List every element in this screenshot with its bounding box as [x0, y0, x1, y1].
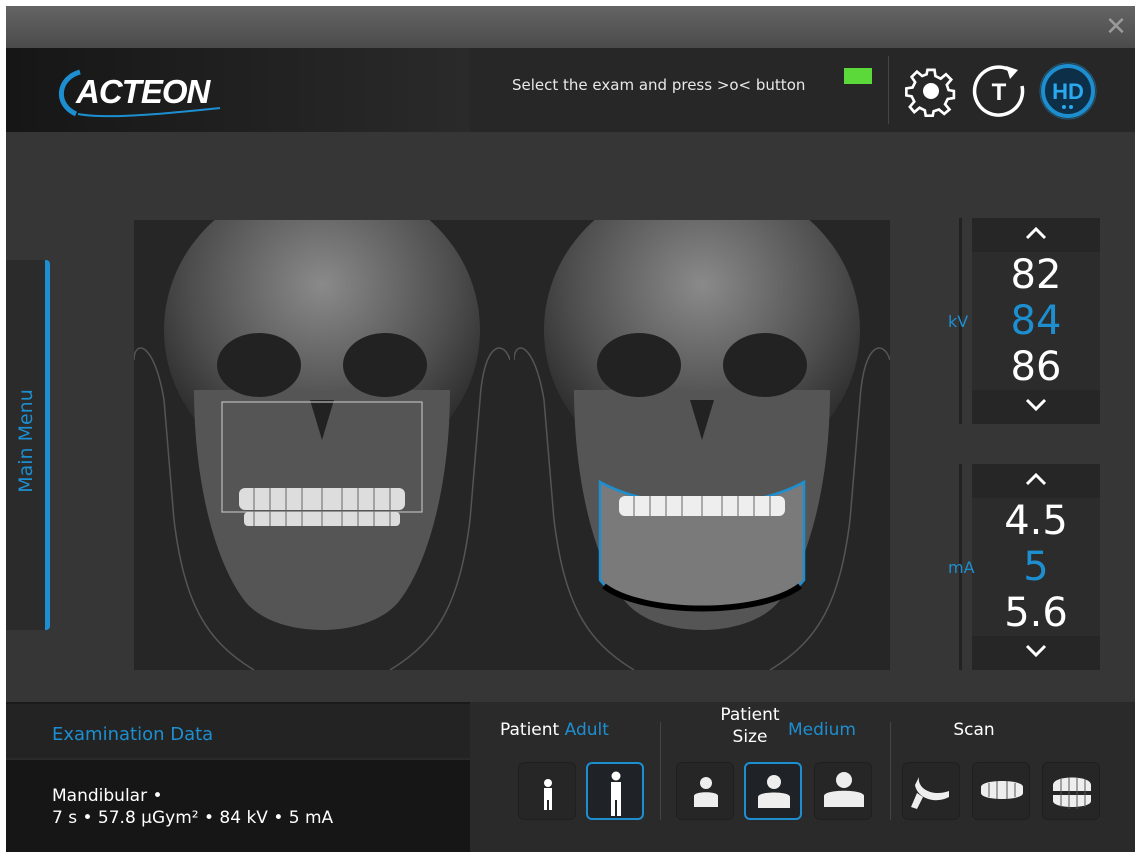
- ma-value-selected[interactable]: 5: [972, 544, 1100, 590]
- scan-bite-block-button[interactable]: [902, 762, 960, 820]
- kv-value-next[interactable]: 86: [972, 344, 1100, 390]
- svg-text:T: T: [992, 79, 1007, 106]
- bite-block-icon: [911, 777, 949, 809]
- patient-size-label: Patient Size: [710, 704, 790, 748]
- svg-text:HD: HD: [1052, 79, 1084, 104]
- adult-icon: [611, 771, 621, 816]
- scan-jaw-model-button[interactable]: [1042, 762, 1100, 820]
- ma-down-button[interactable]: [972, 636, 1100, 670]
- kv-up-button[interactable]: [972, 218, 1100, 252]
- scan-label: Scan: [953, 720, 995, 740]
- ma-values: 4.5 5 5.6 mA: [948, 498, 1100, 636]
- exam-data-body: Mandibular • 7 s • 57.8 µGym² • 84 kV • …: [6, 760, 470, 852]
- bottom-bar: Examination Data Mandibular • 7 s • 57.8…: [6, 702, 1135, 852]
- child-icon: [544, 779, 552, 810]
- medium-person-icon: [758, 775, 790, 808]
- gear-icon[interactable]: [902, 62, 960, 120]
- ready-indicator: [844, 68, 872, 84]
- kv-values: 82 84 86 kV: [948, 252, 1100, 390]
- dental-arch-icon: [981, 781, 1023, 799]
- timer-t-icon[interactable]: T: [970, 62, 1028, 120]
- small-person-icon: [694, 777, 718, 807]
- patient-size-label-line2: Size: [732, 727, 768, 747]
- scan-dental-arch-button[interactable]: [972, 762, 1030, 820]
- exam-data-header: Examination Data: [6, 702, 470, 758]
- hd-icon[interactable]: HD: [1038, 62, 1097, 120]
- kv-value-prev[interactable]: 82: [972, 252, 1100, 298]
- size-large-button[interactable]: [814, 762, 872, 820]
- ma-spinner: 4.5 5 5.6 mA: [948, 464, 1100, 670]
- ma-unit-label: mA: [948, 558, 975, 577]
- kv-spinner: 82 84 86 kV: [948, 218, 1100, 424]
- size-medium-button[interactable]: [744, 762, 802, 820]
- patient-size-value: Medium: [788, 720, 856, 740]
- bottom-divider-1: [660, 722, 661, 820]
- main-menu-label: Main Menu: [15, 389, 37, 493]
- bottom-divider-2: [890, 722, 891, 820]
- kv-unit-label: kV: [948, 312, 969, 331]
- exam-data-title: Examination Data: [52, 724, 214, 745]
- logo-text: ACTEON: [76, 73, 210, 110]
- header-divider: [888, 56, 889, 124]
- app-window: ✕ ACTEON Select the exam and press >o< b…: [6, 6, 1135, 852]
- chevron-down-icon: [1025, 644, 1047, 658]
- size-small-button[interactable]: [676, 762, 734, 820]
- patient-size-label-line1: Patient: [720, 705, 780, 725]
- kv-value-selected[interactable]: 84: [972, 298, 1100, 344]
- logo-panel: ACTEON: [6, 48, 470, 132]
- instruction-text: Select the exam and press >o< button: [512, 76, 806, 94]
- patient-value: Adult: [564, 720, 609, 740]
- chevron-down-icon: [1025, 398, 1047, 412]
- ma-value-prev[interactable]: 4.5: [972, 498, 1100, 544]
- exam-name: Mandibular •: [52, 786, 163, 806]
- main-area: Main Menu 82 84 86 kV 4.5 5 5.6 mA: [6, 132, 1135, 708]
- title-bar: ✕: [6, 6, 1135, 48]
- chevron-up-icon: [1025, 472, 1047, 486]
- close-icon[interactable]: ✕: [1103, 14, 1129, 40]
- exam-parameters: 7 s • 57.8 µGym² • 84 kV • 5 mA: [52, 808, 334, 828]
- main-menu-tab[interactable]: Main Menu: [6, 260, 50, 630]
- ma-up-button[interactable]: [972, 464, 1100, 498]
- chevron-up-icon: [1025, 226, 1047, 240]
- jaw-model-icon: [1053, 777, 1091, 809]
- exam-panoramic[interactable]: [133, 180, 511, 671]
- header: ACTEON Select the exam and press >o< but…: [6, 48, 1135, 132]
- exam-selection-area: [133, 180, 891, 671]
- acteon-logo: ACTEON: [50, 64, 250, 120]
- kv-down-button[interactable]: [972, 390, 1100, 424]
- adult-button[interactable]: [586, 762, 644, 820]
- patient-label: Patient Adult: [500, 720, 630, 740]
- ma-value-next[interactable]: 5.6: [972, 590, 1100, 636]
- child-button[interactable]: [518, 762, 576, 820]
- exam-mandibular[interactable]: [513, 180, 891, 671]
- large-person-icon: [824, 772, 864, 807]
- patient-label-text: Patient: [500, 720, 560, 740]
